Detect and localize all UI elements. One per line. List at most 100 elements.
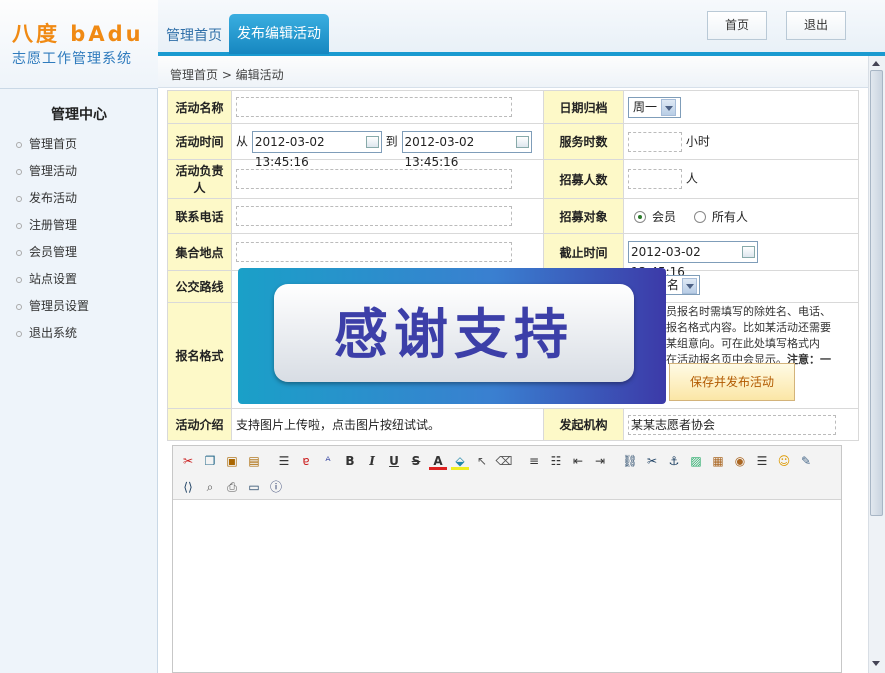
copy-icon[interactable]: ❐ — [201, 452, 219, 470]
scroll-up-icon[interactable] — [870, 58, 883, 70]
hr-icon[interactable]: ☰ — [753, 452, 771, 470]
paste-icon[interactable]: ▣ — [223, 452, 241, 470]
overlay-banner-text: 感谢支持 — [334, 303, 574, 366]
paste-word-icon[interactable]: ☰ — [275, 452, 293, 470]
intro-hint: 支持图片上传啦，点击图片按纽试试。 — [231, 408, 544, 441]
phone-input[interactable] — [236, 206, 512, 226]
image-icon[interactable]: ▨ — [687, 452, 705, 470]
edit-icon[interactable]: ✎ — [797, 452, 815, 470]
service-hours-input[interactable] — [628, 131, 682, 152]
dropdown-arrow-icon — [661, 98, 677, 116]
sidebar-item-registration[interactable]: 注册管理 — [16, 216, 77, 233]
flash-icon[interactable]: ▦ — [709, 452, 727, 470]
sidebar-item-label: 会员管理 — [29, 245, 78, 259]
highlight-icon[interactable]: ⬙ — [451, 452, 469, 470]
scroll-down-icon[interactable] — [870, 658, 883, 670]
home-button[interactable]: 首页 — [707, 11, 767, 40]
indent-icon[interactable]: ⇥ — [591, 452, 609, 470]
bullet-icon — [16, 222, 22, 229]
field-label: 招募对象 — [543, 198, 624, 234]
field-label: 报名格式 — [167, 302, 232, 409]
bullet-icon — [16, 303, 22, 310]
date-category-select[interactable]: 周一 — [628, 96, 682, 118]
paste-text-icon[interactable]: ▤ — [245, 452, 263, 470]
recruit-count-input[interactable] — [628, 169, 682, 189]
activity-name-input[interactable] — [236, 97, 512, 117]
brand-title: 八度 bAdu — [12, 22, 144, 46]
print-icon[interactable]: ⎙ — [223, 478, 241, 496]
exit-button[interactable]: 退出 — [786, 11, 846, 40]
save-and-publish-button[interactable]: 保存并发布活动 — [669, 363, 795, 401]
spellcheck-icon[interactable]: ɐ — [297, 452, 315, 470]
select-icon[interactable]: ↖ — [473, 452, 491, 470]
leader-input[interactable] — [236, 169, 512, 189]
sidebar-item-site-settings[interactable]: 站点设置 — [16, 270, 77, 287]
strikethrough-icon[interactable]: S — [407, 452, 425, 470]
about-icon[interactable]: ⓘ — [267, 478, 285, 496]
preview-icon[interactable]: ⌕ — [201, 478, 219, 496]
from-text: 从 — [236, 134, 249, 148]
sidebar-title: 管理中心 — [51, 107, 107, 123]
font-size-icon[interactable]: ᴬ — [319, 452, 337, 470]
field-label: 活动负责人 — [167, 159, 232, 199]
field-label: 截止时间 — [543, 233, 624, 271]
media-icon[interactable]: ◉ — [731, 452, 749, 470]
field-label: 公交路线 — [167, 270, 232, 303]
link-icon[interactable]: ⛓ — [621, 452, 639, 470]
help-line: 员报名时需填写的除姓名、电话、 — [666, 305, 831, 318]
radio-everyone[interactable] — [693, 211, 706, 223]
scrollbar-thumb[interactable] — [870, 70, 883, 516]
sidebar-item-members[interactable]: 会员管理 — [16, 243, 77, 260]
calendar-icon[interactable] — [365, 135, 379, 148]
help-line: 某组意向。可在此处填写格式内 — [666, 337, 820, 350]
sidebar-item-logout[interactable]: 退出系统 — [16, 324, 77, 341]
tab-edit-activity[interactable]: 发布编辑活动 — [229, 14, 329, 54]
editor-toolbar: ✂ ❐ ▣ ▤ ☰ ɐ ᴬ B I U S A ⬙ ↖ ⌫ ≡ ☷ ⇤ ⇥ ⛓ … — [173, 446, 841, 500]
cut-icon[interactable]: ✂ — [179, 452, 197, 470]
sidebar-item-publish-activity[interactable]: 发布活动 — [16, 189, 77, 206]
unit-text: 小时 — [685, 134, 710, 148]
bullet-icon — [16, 141, 22, 148]
sidebar-item-label: 退出系统 — [29, 326, 78, 340]
font-color-icon[interactable]: A — [429, 452, 447, 470]
meeting-place-input[interactable] — [236, 242, 512, 262]
italic-icon[interactable]: I — [363, 452, 381, 470]
radio-members[interactable] — [634, 211, 646, 223]
start-time-input[interactable]: 2012-03-02 13:45:16 — [251, 130, 382, 169]
calendar-icon[interactable] — [742, 246, 755, 258]
signup-format-select[interactable]: 名 — [664, 275, 701, 295]
anchor-icon[interactable]: ⚓ — [665, 452, 683, 470]
deadline-input[interactable]: 2012-03-02 13:45:16 — [628, 241, 758, 279]
fullscreen-icon[interactable]: ▭ — [245, 478, 263, 496]
sidebar-item-label: 管理首页 — [29, 137, 78, 151]
dropdown-arrow-icon — [682, 277, 698, 294]
unordered-list-icon[interactable]: ☷ — [547, 452, 565, 470]
calendar-icon[interactable] — [515, 135, 529, 148]
brand-subtitle: 志愿工作管理系统 — [12, 51, 132, 67]
underline-icon[interactable]: U — [385, 452, 403, 470]
outdent-icon[interactable]: ⇤ — [569, 452, 587, 470]
sidebar-item-admin-home[interactable]: 管理首页 — [16, 135, 77, 152]
sidebar-item-admin-settings[interactable]: 管理员设置 — [16, 297, 89, 314]
source-code-icon[interactable]: ⟨⟩ — [179, 478, 197, 496]
field-label: 服务时数 — [543, 123, 624, 160]
end-time-input[interactable]: 2012-03-02 13:45:16 — [401, 130, 532, 169]
bold-icon[interactable]: B — [341, 452, 359, 470]
eraser-icon[interactable]: ⌫ — [495, 452, 513, 470]
sidebar-item-label: 站点设置 — [29, 272, 78, 286]
help-line: 报名格式内容。比如某活动还需要 — [666, 321, 831, 334]
organizer-input[interactable]: 某某志愿者协会 — [628, 414, 836, 435]
field-label: 招募人数 — [543, 159, 624, 199]
sidebar-item-manage-activity[interactable]: 管理活动 — [16, 162, 77, 179]
field-label: 活动介绍 — [167, 408, 232, 441]
ordered-list-icon[interactable]: ≡ — [525, 452, 543, 470]
bullet-icon — [16, 276, 22, 283]
emoticon-icon[interactable]: ☺ — [775, 452, 793, 470]
selected-value: 名 — [667, 278, 680, 292]
bullet-icon — [16, 168, 22, 175]
tab-admin-home[interactable]: 管理首页 — [160, 22, 228, 54]
bullet-icon — [16, 330, 22, 337]
bullet-icon — [16, 195, 22, 202]
unlink-icon[interactable]: ✂ — [643, 452, 661, 470]
selected-value: 周一 — [633, 99, 658, 114]
